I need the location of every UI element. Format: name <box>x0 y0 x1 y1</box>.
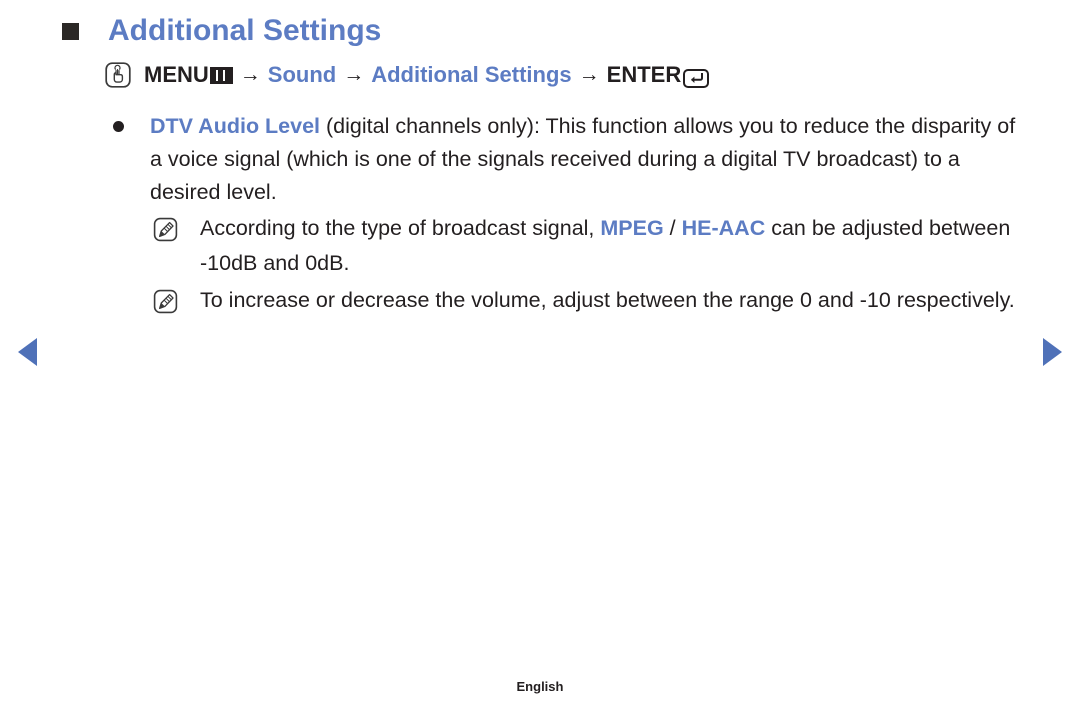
page-title-row: Additional Settings <box>62 12 381 50</box>
breadcrumb-step-additional-settings: Additional Settings <box>371 62 572 87</box>
enter-return-icon <box>683 66 710 88</box>
page-title: Additional Settings <box>108 14 382 47</box>
note-paragraph-2: To increase or decrease the volume, adju… <box>200 288 1015 312</box>
content-area: DTV Audio Level (digital channels only):… <box>0 110 1080 318</box>
manual-page: Additional Settings MENU → Sound → Addit… <box>0 0 1080 705</box>
breadcrumb-arrow-1: → <box>239 63 261 86</box>
note-paragraph-1: According to the type of broadcast signa… <box>200 211 1025 281</box>
previous-page-arrow-icon[interactable] <box>18 338 37 366</box>
next-page-arrow-icon[interactable] <box>1043 338 1062 366</box>
breadcrumb-enter-label: ENTER <box>606 62 682 87</box>
note-1-highlight-mpeg: MPEG <box>600 216 664 240</box>
footer-language-label: English <box>516 679 564 694</box>
note-1-separator: / <box>663 216 682 240</box>
bullet-item-dtv-audio-level: DTV Audio Level (digital channels only):… <box>0 110 1080 209</box>
breadcrumb-arrow-2: → <box>343 63 365 86</box>
menu-key-press-icon <box>104 61 132 89</box>
breadcrumb-text: MENU → Sound → Additional Settings → ENT… <box>144 60 710 90</box>
note-pencil-icon <box>153 217 178 242</box>
section-square-bullet-icon <box>62 23 79 40</box>
breadcrumb-step-sound: Sound <box>267 62 337 87</box>
breadcrumb-arrow-3: → <box>578 63 600 86</box>
note-1-highlight-heaac: HE-AAC <box>681 216 766 240</box>
bullet-paragraph: DTV Audio Level (digital channels only):… <box>150 110 1020 209</box>
bullet-term: DTV Audio Level <box>150 114 321 138</box>
note-item-1: According to the type of broadcast signa… <box>0 211 1080 281</box>
note-1-text-before: According to the type of broadcast signa… <box>200 216 601 240</box>
round-bullet-icon <box>113 121 124 132</box>
note-item-2: To increase or decrease the volume, adju… <box>0 283 1080 318</box>
note-pencil-icon <box>153 289 178 314</box>
breadcrumb-menu-label: MENU <box>144 62 209 87</box>
breadcrumb: MENU → Sound → Additional Settings → ENT… <box>104 60 710 90</box>
menu-bars-icon <box>209 66 233 84</box>
